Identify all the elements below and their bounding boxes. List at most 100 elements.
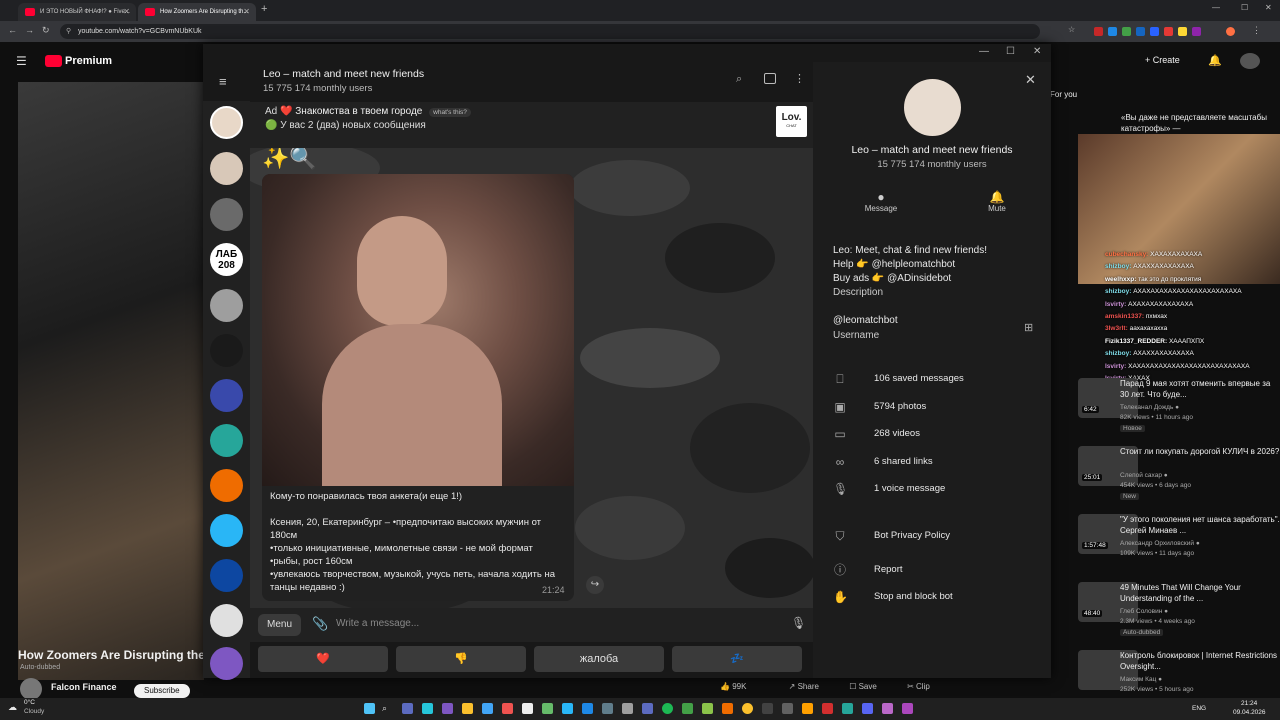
app-icon[interactable] [542,703,553,714]
extension-icon[interactable] [1178,27,1187,36]
app-icon[interactable] [442,703,453,714]
close-icon[interactable]: ✕ [1033,46,1041,57]
chat-username[interactable]: lsvirty: [1105,363,1126,370]
app-icon[interactable] [842,703,853,714]
app-icon[interactable] [782,703,793,714]
qr-code-icon[interactable]: ⊞ [1024,321,1033,334]
weather-icon[interactable]: ☁ [8,702,17,713]
extension-icon[interactable] [1192,27,1201,36]
report-row[interactable]: ⓘ Report [833,562,1043,580]
message-input[interactable]: Write a message... [336,618,419,629]
minimize-window-icon[interactable]: — [1212,3,1220,12]
keyboard-button-like[interactable]: ❤️ [258,646,388,672]
app-icon[interactable] [402,703,413,714]
create-button[interactable]: + Create [1145,55,1180,65]
clock-time[interactable]: 21:24 [1241,700,1257,707]
app-icon[interactable] [882,703,893,714]
rec-title[interactable]: Парад 9 мая хотят отменить впервые за 30… [1120,378,1280,400]
account-avatar[interactable] [1240,53,1260,69]
keyboard-button-dislike[interactable]: 👎 [396,646,526,672]
clip-button[interactable]: ✂ Clip [907,682,930,691]
search-icon[interactable]: ⌕ [382,703,393,714]
chrome-icon[interactable] [742,703,753,714]
steam-icon[interactable] [602,703,613,714]
chat-username[interactable]: shizboy: [1105,288,1131,295]
rec-channel[interactable]: Слепой сахар ● [1120,472,1168,479]
reload-icon[interactable]: ↻ [42,25,50,36]
chat-header[interactable]: Leo – match and meet new friends 15 775 … [250,62,813,102]
rec-channel[interactable]: Глеб Соловин ● [1120,608,1168,615]
chat-avatar[interactable] [210,647,243,680]
start-icon[interactable] [364,703,375,714]
extension-icon[interactable] [1150,27,1159,36]
chat-avatar[interactable] [210,289,243,322]
chat-avatar[interactable] [210,424,243,457]
browser-tab-zoomers[interactable]: How Zoomers Are Disrupting th... ✕ [138,3,256,21]
clock-date[interactable]: 09.04.2026 [1233,709,1266,716]
main-menu-icon[interactable]: ≡ [219,74,227,89]
message-button[interactable]: ● Message [853,190,909,213]
video-player[interactable] [18,82,204,680]
app-icon[interactable] [422,703,433,714]
for-you-chip[interactable]: For you [1050,90,1077,99]
chat-avatar-lab208[interactable]: ЛАБ 208 [210,243,243,276]
keyboard-button-sleep[interactable]: 💤 [672,646,802,672]
save-button[interactable]: ☐ Save [849,682,877,691]
keyboard-button-report[interactable]: жалоба [534,646,664,672]
app-icon[interactable] [722,703,733,714]
weather-text[interactable]: Cloudy [24,708,44,715]
attach-icon[interactable]: 📎 [312,616,328,632]
mute-button[interactable]: 🔔 Mute [969,190,1025,213]
stop-bot-row[interactable]: ✋ Stop and block bot [833,589,1043,607]
rec-channel[interactable]: Александр Орхиловский ● [1120,540,1200,547]
notifications-bell-icon[interactable]: 🔔 [1208,54,1222,67]
videos-row[interactable]: ▭ 268 videos [833,426,1043,444]
bot-avatar[interactable] [904,79,961,136]
subscribe-button[interactable]: Subscribe [134,684,190,698]
app-icon[interactable] [642,703,653,714]
file-explorer-icon[interactable] [462,703,473,714]
app-icon[interactable] [822,703,833,714]
telegram-icon[interactable] [562,703,573,714]
search-icon[interactable]: ⌕ [736,73,742,86]
bookmark-star-icon[interactable]: ☆ [1068,25,1075,34]
ad-logo[interactable]: Lov. CHAT [776,106,807,137]
chat-username[interactable]: Fizik1337_REDDER: [1105,338,1167,345]
app-icon[interactable] [802,703,813,714]
bot-username[interactable]: @leomatchbot Username [833,313,898,343]
extension-icon[interactable] [1094,27,1103,36]
chat-avatar[interactable] [210,559,243,592]
like-button[interactable]: 👍 99K [720,682,746,691]
app-icon[interactable] [762,703,773,714]
language-indicator[interactable]: ENG [1192,705,1206,712]
rec-channel[interactable]: Телеканал Дождь ● [1120,404,1179,411]
rec-title[interactable]: 49 Minutes That Will Change Your Underst… [1120,582,1280,604]
chat-username[interactable]: cubechansky: [1105,251,1148,258]
rec-title[interactable]: "У этого поколения нет шанса заработать"… [1120,514,1280,536]
close-window-icon[interactable]: ✕ [1265,3,1272,12]
more-options-icon[interactable]: ⋮ [794,72,805,85]
close-tab-icon[interactable]: ✕ [123,3,130,21]
rec-title[interactable]: Стоит ли покупать дорогой КУЛИЧ в 2026? [1120,446,1280,457]
rec-title[interactable]: «Вы даже не представляете масштабы катас… [1121,112,1276,134]
weather-temp[interactable]: 0°C [24,699,35,706]
extension-icon[interactable] [1136,27,1145,36]
extension-icon[interactable] [1108,27,1117,36]
rec-channel[interactable]: Максим Кац ● [1120,676,1162,683]
recommendation-item[interactable]: 49 Minutes That Will Change Your Underst… [1078,582,1280,638]
profile-avatar[interactable] [1226,27,1235,36]
chat-avatar[interactable] [210,604,243,637]
chat-username[interactable]: shizboy: [1105,263,1131,270]
app-icon[interactable] [482,703,493,714]
chat-avatar[interactable] [210,198,243,231]
bot-menu-button[interactable]: Menu [258,614,301,636]
message-bubble[interactable]: Кому-то понравилась твоя анкета(и еще 1!… [262,174,574,601]
saved-messages-row[interactable]: ⎕ 106 saved messages [833,371,1043,389]
app-icon[interactable] [702,703,713,714]
chat-username[interactable]: lsvirty: [1105,301,1126,308]
app-icon[interactable] [682,703,693,714]
app-icon[interactable] [502,703,513,714]
browser-menu-icon[interactable]: ⋮ [1252,25,1261,36]
close-panel-icon[interactable]: ✕ [1025,72,1036,88]
photos-row[interactable]: ▣ 5794 photos [833,399,1043,417]
